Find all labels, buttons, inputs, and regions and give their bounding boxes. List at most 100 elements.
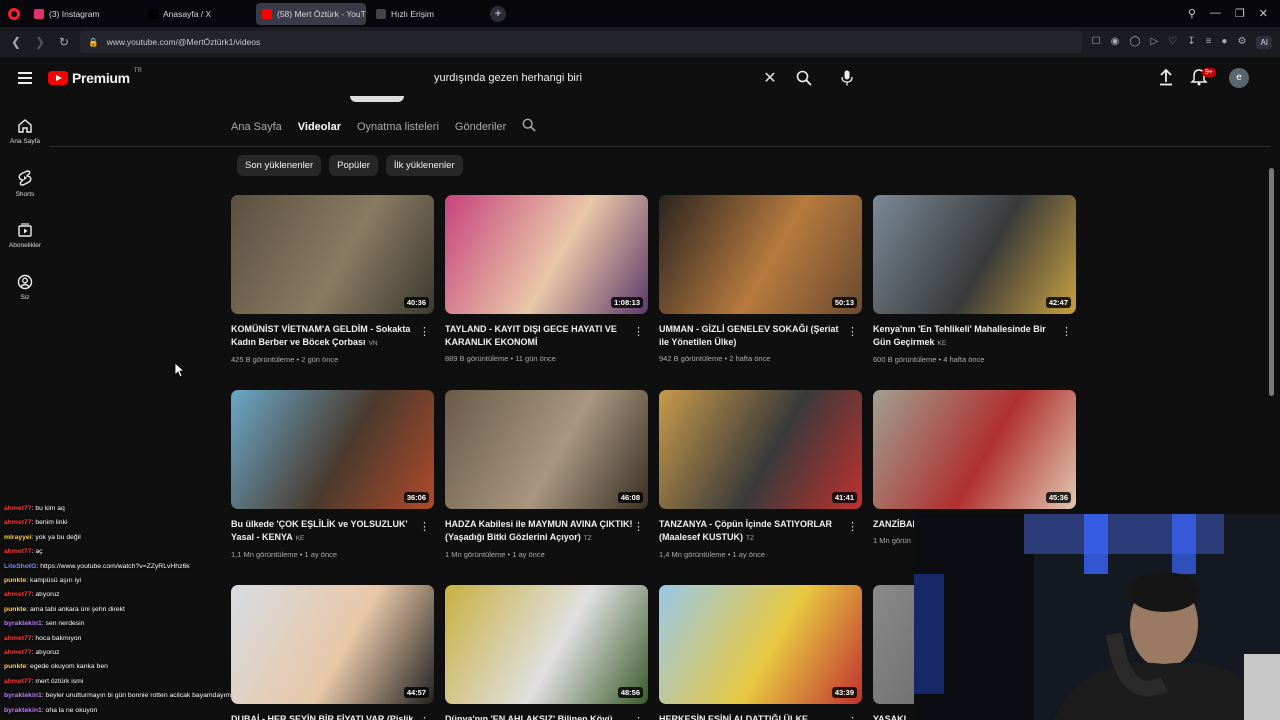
shield-icon[interactable]: ◯ — [1129, 36, 1140, 49]
video-thumbnail[interactable]: 42:47 — [873, 195, 1076, 314]
upload-icon[interactable] — [1158, 68, 1174, 91]
more-options-icon[interactable]: ⋮ — [419, 520, 430, 533]
more-options-icon[interactable]: ⋮ — [633, 325, 644, 338]
chat-text: : benim linki — [31, 519, 68, 527]
video-card[interactable]: 48:56 Dünya'nın 'EN AHLAKSIZ' Bilinen Köy… — [445, 585, 648, 720]
chip-popular[interactable]: Popüler — [329, 155, 378, 176]
chip-latest[interactable]: Son yüklenenler — [237, 155, 322, 176]
close-window-button[interactable]: ✕ — [1259, 7, 1268, 20]
youtube-premium-logo[interactable]: Premium TR — [48, 68, 142, 86]
tab-videos[interactable]: Videolar — [298, 121, 341, 133]
page-scrollbar[interactable] — [1269, 168, 1274, 396]
new-tab-button[interactable]: + — [490, 5, 506, 22]
guide-item-home[interactable]: Ana Sayfa — [0, 105, 50, 157]
tab-playlists[interactable]: Oynatma listeleri — [357, 121, 439, 133]
chat-message: byraktekin1: oha la ne okuyon — [4, 704, 264, 718]
menu-icon[interactable]: ≡ — [1206, 36, 1212, 49]
video-thumbnail[interactable]: 41:41 — [659, 390, 862, 509]
browser-tab[interactable]: Anasayfa / X — [142, 3, 252, 25]
ai-button[interactable]: AI — [1256, 35, 1272, 49]
share-icon[interactable]: ☐ — [1092, 36, 1101, 49]
browser-tab[interactable]: (3) Instagram — [28, 3, 138, 25]
minimize-button[interactable]: — — [1210, 7, 1221, 20]
browser-tab[interactable]: Hızlı Erişim — [370, 3, 480, 25]
browser-tab[interactable]: (58) Mert Öztürk - YouTube — [256, 2, 366, 25]
microphone-icon[interactable] — [836, 67, 858, 89]
account-avatar[interactable]: e — [1229, 68, 1249, 88]
chat-username: byraktekin1 — [4, 706, 42, 714]
forward-button[interactable]: ❯ — [32, 35, 48, 49]
chat-message: punkte: ama tabi ankara üni şehri direkt — [4, 603, 264, 617]
more-options-icon[interactable]: ⋮ — [847, 715, 858, 720]
camera-icon[interactable]: ◉ — [1111, 36, 1120, 49]
video-card[interactable]: 1:08:13 TAYLAND - KAYIT DIŞI GECE HAYATI … — [445, 195, 648, 363]
opera-logo-icon[interactable] — [8, 7, 20, 20]
guide-item-you[interactable]: Siz — [0, 261, 50, 313]
guide-label: Shorts — [15, 190, 35, 198]
video-card[interactable]: 41:41 TANZANYA - Çöpün İçinde SATIYORLAR … — [659, 390, 862, 559]
clear-search-icon[interactable]: ✕ — [758, 68, 782, 88]
maximize-button[interactable]: ❐ — [1235, 7, 1245, 20]
extension-icon[interactable]: ⚙ — [1237, 36, 1246, 49]
country-code: TR — [133, 68, 142, 74]
heart-icon[interactable]: ♡ — [1168, 36, 1177, 49]
chat-message: ahmet77: atıyoruz — [4, 588, 264, 602]
video-thumbnail[interactable]: 40:36 — [231, 195, 434, 314]
more-options-icon[interactable]: ⋮ — [419, 325, 430, 338]
search-input[interactable]: yurdışında gezen herhangi biri — [418, 72, 758, 84]
upload-age: 1 ay önce — [732, 550, 766, 559]
video-title[interactable]: Kenya'nın 'En Tehlikeli' Mahallesinde Bi… — [873, 323, 1061, 350]
play-icon[interactable]: ▷ — [1151, 36, 1159, 49]
video-card[interactable]: 40:36 KOMÜNİST VİETNAM'A GELDİM - Sokakta… — [231, 195, 434, 364]
chat-message: mlrayyei: yok ya bu değil — [4, 531, 264, 545]
chat-username: ahmet77 — [4, 505, 32, 512]
guide-item-subscriptions[interactable]: Abonelikler — [0, 209, 50, 261]
video-thumbnail[interactable]: 43:39 — [659, 585, 862, 704]
video-thumbnail[interactable]: 45:36 — [873, 390, 1076, 509]
url-field[interactable]: 🔒 www.youtube.com/@MertÖztürk1/videos — [80, 31, 1082, 53]
tab-posts[interactable]: Gönderiler — [455, 121, 506, 133]
guide-item-shorts[interactable]: Shorts — [0, 157, 50, 209]
video-title[interactable]: KOMÜNİST VİETNAM'A GELDİM - Sokakta Kadı… — [231, 323, 419, 350]
video-title[interactable]: TANZANYA - Çöpün İçinde SATIYORLAR (Maal… — [659, 518, 847, 545]
video-card[interactable]: 50:13 UMMAN - GİZLİ GENELEV SOKAĞI (Şeria… — [659, 195, 862, 363]
more-options-icon[interactable]: ⋮ — [1061, 325, 1072, 338]
video-thumbnail[interactable]: 1:08:13 — [445, 195, 648, 314]
chat-message: ahmet77: aç — [4, 545, 264, 559]
more-options-icon[interactable]: ⋮ — [633, 715, 644, 720]
video-metadata: 600 B görüntüleme • 4 hafta önce — [873, 355, 1076, 364]
country-flag: KE — [937, 340, 947, 347]
tab-home[interactable]: Ana Sayfa — [231, 121, 282, 133]
channel-search-icon[interactable] — [522, 118, 536, 137]
video-title[interactable]: HADZA Kabilesi ile MAYMUN AVINA ÇIKTIK! … — [445, 518, 633, 545]
video-title[interactable]: UMMAN - GİZLİ GENELEV SOKAĞI (Şeriat ile… — [659, 323, 847, 349]
chip-oldest[interactable]: İlk yüklenenler — [385, 155, 463, 176]
video-title[interactable]: TAYLAND - KAYIT DIŞI GECE HAYATI VE KARA… — [445, 323, 633, 349]
video-duration: 43:39 — [831, 687, 857, 698]
tab-label: Anasayfa / X — [163, 8, 212, 19]
video-card[interactable]: 42:47 Kenya'nın 'En Tehlikeli' Mahallesin… — [873, 195, 1076, 364]
search-tabs-icon[interactable]: ⚲ — [1188, 7, 1196, 20]
video-title[interactable]: HERKESİN EŞİNİ ALDATTIĞI ÜLKE JAMAİKA! — [659, 713, 847, 720]
download-icon[interactable]: ↧ — [1187, 36, 1195, 49]
video-thumbnail[interactable]: 48:56 — [445, 585, 648, 704]
more-options-icon[interactable]: ⋮ — [633, 520, 644, 533]
video-thumbnail[interactable]: 46:08 — [445, 390, 648, 509]
reload-button[interactable]: ↻ — [56, 35, 72, 49]
more-options-icon[interactable]: ⋮ — [847, 520, 858, 533]
more-options-icon[interactable]: ⋮ — [847, 325, 858, 338]
profile-icon[interactable]: ● — [1221, 36, 1227, 49]
back-button[interactable]: ❮ — [8, 35, 24, 49]
video-duration: 44:57 — [403, 687, 429, 698]
sort-chips: Son yüklenenler Popüler İlk yüklenenler — [237, 155, 463, 176]
brand-text: Premium — [72, 70, 130, 86]
search-icon[interactable] — [790, 65, 818, 91]
video-card[interactable]: 43:39 HERKESİN EŞİNİ ALDATTIĞI ÜLKE JAMAİ… — [659, 585, 862, 720]
more-options-icon[interactable]: ⋮ — [419, 715, 430, 720]
video-title[interactable]: Dünya'nın 'EN AHLAKSIZ' Bilinen Köyü — [445, 713, 633, 720]
video-thumbnail[interactable]: 36:06 — [231, 390, 434, 509]
hamburger-menu-icon[interactable] — [18, 72, 32, 84]
video-card[interactable]: 46:08 HADZA Kabilesi ile MAYMUN AVINA ÇIK… — [445, 390, 648, 559]
video-thumbnail[interactable]: 50:13 — [659, 195, 862, 314]
scrolled-subscribe-pill — [350, 96, 404, 102]
